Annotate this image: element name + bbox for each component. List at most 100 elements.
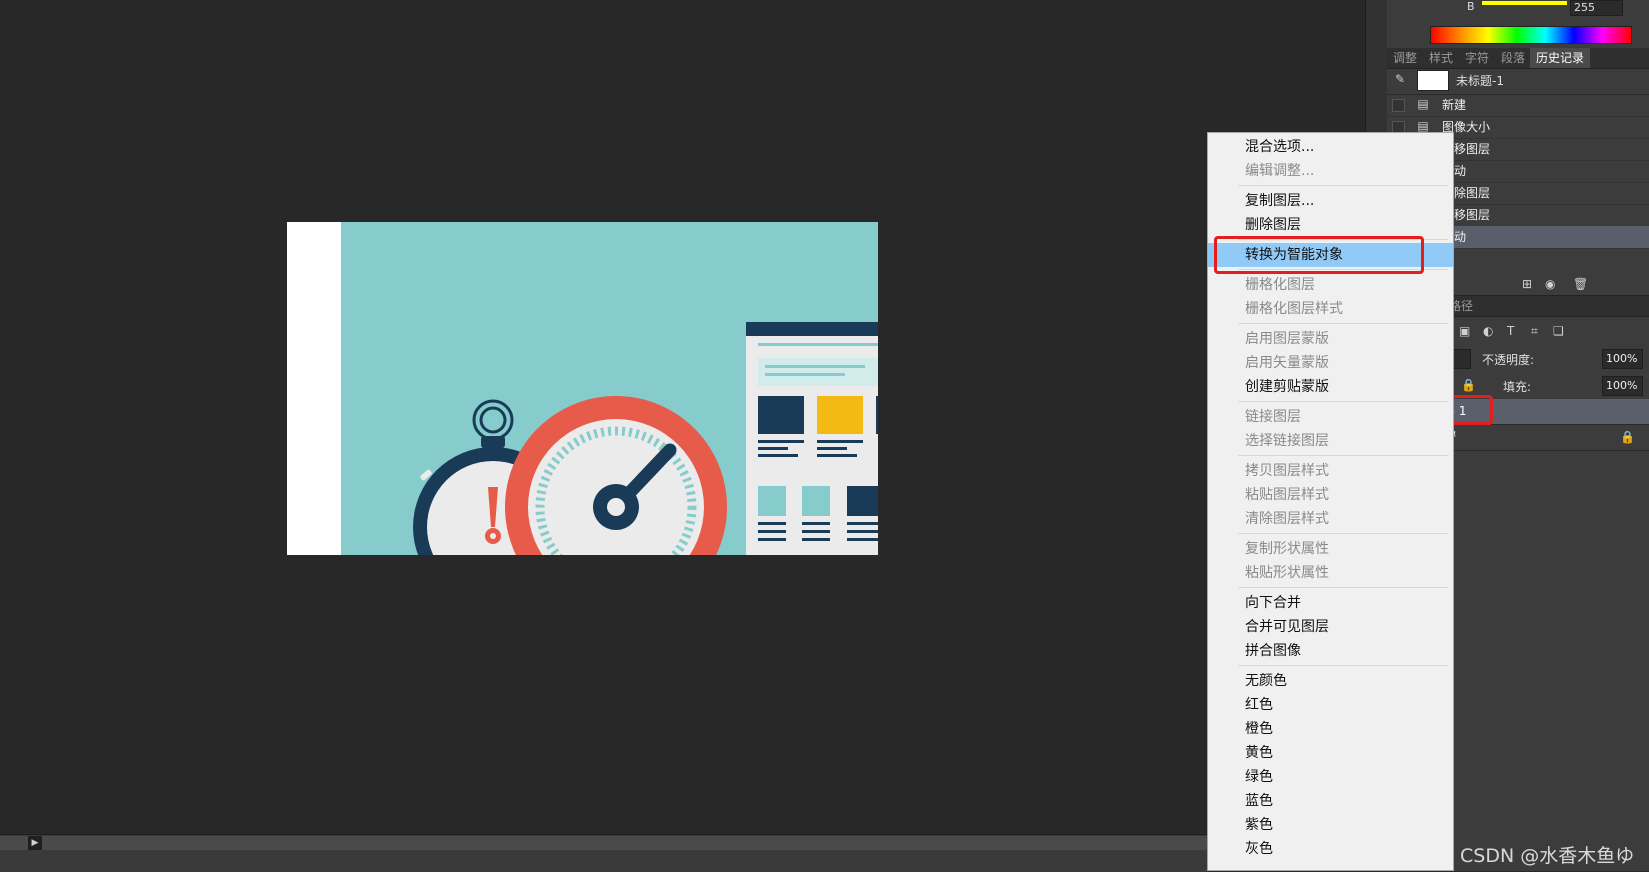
menu-item-label: 拼合图像 bbox=[1245, 643, 1301, 659]
color-channel-label: B bbox=[1467, 0, 1475, 13]
menu-item-label: 粘贴形状属性 bbox=[1245, 565, 1329, 581]
canvas-document[interactable] bbox=[287, 222, 878, 555]
watermark: CSDN @水香木鱼ゆ bbox=[1460, 845, 1635, 867]
color-channel-value[interactable]: 255 bbox=[1570, 0, 1623, 16]
history-item[interactable]: ▤ 新建 bbox=[1387, 94, 1649, 117]
pixel-filter-icon[interactable]: ▣ bbox=[1459, 324, 1470, 338]
menu-separator bbox=[1238, 533, 1448, 534]
lock-all-icon[interactable]: 🔒 bbox=[1461, 378, 1476, 392]
opacity-input[interactable]: 100% bbox=[1602, 349, 1643, 369]
menu-item-label: 启用图层蒙版 bbox=[1245, 331, 1329, 347]
menu-item-label: 向下合并 bbox=[1245, 595, 1301, 611]
canvas-artwork bbox=[413, 322, 878, 555]
menu-item[interactable]: 粘贴形状属性 bbox=[1208, 561, 1453, 585]
menu-separator bbox=[1238, 455, 1448, 456]
menu-item-label: 编辑调整... bbox=[1245, 163, 1315, 179]
adjustment-tabbar: 调整 样式 字符 段落 历史记录 bbox=[1387, 48, 1649, 69]
menu-item[interactable]: 拼合图像 bbox=[1208, 639, 1453, 663]
history-snapshot[interactable]: ✎ 未标题-1 bbox=[1387, 68, 1649, 95]
menu-item[interactable]: 启用矢量蒙版 bbox=[1208, 351, 1453, 375]
menu-item[interactable]: 无颜色 bbox=[1208, 669, 1453, 693]
document-graphic bbox=[746, 322, 878, 555]
menu-item[interactable]: 选择链接图层 bbox=[1208, 429, 1453, 453]
fill-input[interactable]: 100% bbox=[1602, 376, 1643, 396]
trash-icon[interactable]: 🗑 bbox=[1573, 277, 1588, 291]
menu-item[interactable]: 向下合并 bbox=[1208, 591, 1453, 615]
color-slider-row: B 255 bbox=[1387, 0, 1649, 18]
menu-item[interactable]: 栅格化图层样式 bbox=[1208, 297, 1453, 321]
camera-icon[interactable]: ◉ bbox=[1545, 277, 1555, 291]
menu-item[interactable]: 拷贝图层样式 bbox=[1208, 459, 1453, 483]
shape-filter-icon[interactable]: ⌗ bbox=[1531, 324, 1538, 339]
history-checkbox[interactable] bbox=[1392, 99, 1405, 112]
menu-item[interactable]: 创建剪贴蒙版 bbox=[1208, 375, 1453, 399]
menu-item[interactable]: 红色 bbox=[1208, 693, 1453, 717]
menu-item[interactable]: 合并可见图层 bbox=[1208, 615, 1453, 639]
menu-item-label: 橙色 bbox=[1245, 721, 1273, 737]
snapshot-thumbnail bbox=[1417, 70, 1449, 91]
menu-separator bbox=[1238, 401, 1448, 402]
tab-history[interactable]: 历史记录 bbox=[1530, 48, 1591, 68]
smart-object-filter-icon[interactable]: ❏ bbox=[1553, 324, 1564, 338]
menu-item-label: 粘贴图层样式 bbox=[1245, 487, 1329, 503]
type-filter-icon[interactable]: T bbox=[1507, 324, 1514, 338]
snapshot-label: 未标题-1 bbox=[1456, 74, 1504, 88]
menu-item-label: 混合选项... bbox=[1245, 139, 1315, 155]
menu-item-label: 复制形状属性 bbox=[1245, 541, 1329, 557]
menu-item[interactable]: 粘贴图层样式 bbox=[1208, 483, 1453, 507]
menu-separator bbox=[1238, 665, 1448, 666]
menu-highlight-box bbox=[1214, 236, 1424, 274]
menu-item[interactable]: 橙色 bbox=[1208, 717, 1453, 741]
menu-item-label: 红色 bbox=[1245, 697, 1273, 713]
menu-item-label: 链接图层 bbox=[1245, 409, 1301, 425]
menu-item-label: 栅格化图层样式 bbox=[1245, 301, 1343, 317]
menu-item-label: 黄色 bbox=[1245, 745, 1273, 761]
menu-separator bbox=[1238, 587, 1448, 588]
fill-label: 填充: bbox=[1503, 380, 1532, 394]
tab-styles[interactable]: 样式 bbox=[1423, 48, 1459, 68]
tab-character[interactable]: 字符 bbox=[1459, 48, 1495, 68]
menu-item-label: 启用矢量蒙版 bbox=[1245, 355, 1329, 371]
menu-item-label: 绿色 bbox=[1245, 769, 1273, 785]
color-channel-slider[interactable] bbox=[1482, 1, 1567, 5]
lock-icon: 🔒 bbox=[1620, 430, 1635, 444]
gauge-graphic bbox=[505, 396, 727, 555]
menu-item[interactable]: 栅格化图层 bbox=[1208, 273, 1453, 297]
menu-item[interactable]: 蓝色 bbox=[1208, 789, 1453, 813]
menu-item[interactable]: 编辑调整... bbox=[1208, 159, 1453, 183]
history-brush-icon: ✎ bbox=[1395, 72, 1406, 86]
menu-item[interactable]: 复制图层... bbox=[1208, 189, 1453, 213]
menu-item-label: 无颜色 bbox=[1245, 673, 1287, 689]
menu-item-label: 复制图层... bbox=[1245, 193, 1315, 209]
new-document-from-state-icon[interactable]: ⊞ bbox=[1522, 277, 1532, 291]
menu-item[interactable]: 混合选项... bbox=[1208, 135, 1453, 159]
menu-item-label: 栅格化图层 bbox=[1245, 277, 1315, 293]
menu-separator bbox=[1238, 323, 1448, 324]
menu-item-label: 灰色 bbox=[1245, 841, 1273, 857]
menu-item-label: 紫色 bbox=[1245, 817, 1273, 833]
history-item-label: 新建 bbox=[1442, 98, 1467, 112]
menu-item[interactable]: 复制形状属性 bbox=[1208, 537, 1453, 561]
menu-item-label: 蓝色 bbox=[1245, 793, 1273, 809]
menu-item-label: 清除图层样式 bbox=[1245, 511, 1329, 527]
menu-item[interactable]: 清除图层样式 bbox=[1208, 507, 1453, 531]
menu-separator bbox=[1238, 185, 1448, 186]
tab-paragraph[interactable]: 段落 bbox=[1495, 48, 1531, 68]
status-menu-arrow-icon[interactable]: ▶ bbox=[28, 836, 42, 850]
menu-item[interactable]: 删除图层 bbox=[1208, 213, 1453, 237]
menu-item-label: 删除图层 bbox=[1245, 217, 1301, 233]
adjustment-filter-icon[interactable]: ◐ bbox=[1483, 324, 1493, 338]
menu-item[interactable]: 链接图层 bbox=[1208, 405, 1453, 429]
menu-item[interactable]: 启用图层蒙版 bbox=[1208, 327, 1453, 351]
menu-item-label: 合并可见图层 bbox=[1245, 619, 1329, 635]
document-icon: ▤ bbox=[1417, 97, 1429, 111]
menu-item[interactable]: 紫色 bbox=[1208, 813, 1453, 837]
menu-item[interactable]: 灰色 bbox=[1208, 837, 1453, 861]
color-spectrum-bar[interactable] bbox=[1430, 26, 1632, 44]
menu-item-label: 拷贝图层样式 bbox=[1245, 463, 1329, 479]
menu-item[interactable]: 黄色 bbox=[1208, 741, 1453, 765]
menu-item[interactable]: 绿色 bbox=[1208, 765, 1453, 789]
horizontal-scrollbar[interactable] bbox=[0, 836, 1207, 850]
tab-adjust[interactable]: 调整 bbox=[1387, 48, 1423, 68]
menu-item-label: 选择链接图层 bbox=[1245, 433, 1329, 449]
